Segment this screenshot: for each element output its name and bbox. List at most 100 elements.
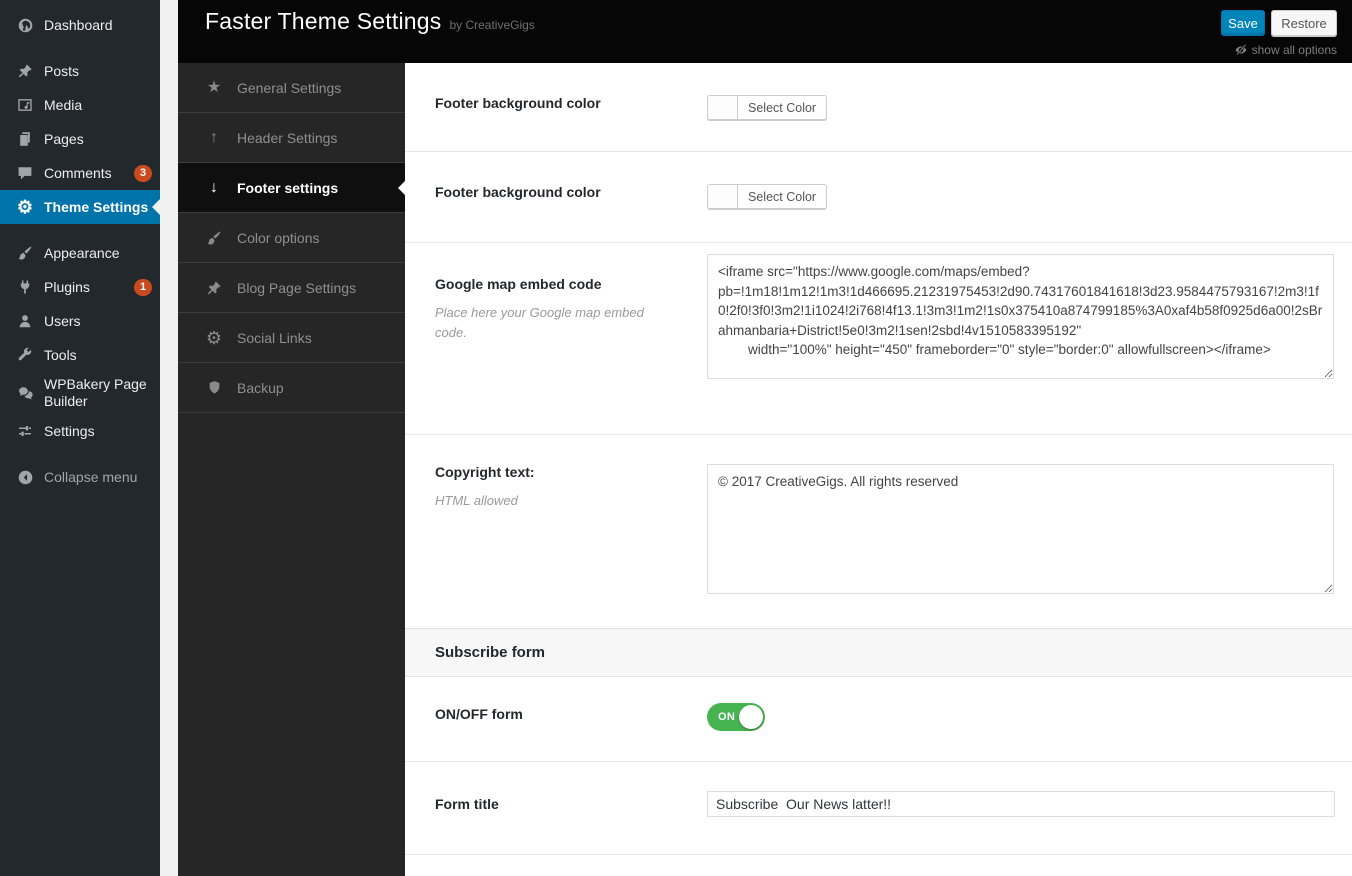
sidebar-item-theme-settings[interactable]: ⚙ Theme Settings [0, 190, 160, 224]
sidebar-item-label: Appearance [44, 245, 152, 262]
tab-general-settings[interactable]: ★ General Settings [178, 63, 405, 113]
tab-label: Footer settings [237, 180, 338, 196]
collapse-icon [14, 469, 36, 486]
sidebar-item-posts[interactable]: Posts [0, 54, 160, 88]
gear-icon: ⚙ [14, 198, 36, 216]
subscribe-form-section-header: Subscribe form [405, 628, 1352, 677]
sidebar-item-users[interactable]: Users [0, 304, 160, 338]
sidebar-item-media[interactable]: Media [0, 88, 160, 122]
onoff-form-row: ON/OFF form ON [405, 677, 1352, 762]
arrow-up-icon: ↑ [204, 130, 224, 146]
form-title-input[interactable] [707, 791, 1335, 817]
toggle-on-label: ON [718, 711, 735, 723]
sidebar-item-label: Tools [44, 347, 152, 364]
theme-tabs-sidebar: ★ General Settings ↑ Header Settings ↓Footer… [178, 63, 405, 876]
tab-label: Color options [237, 230, 320, 246]
footer-background-color-label: Footer background color [435, 184, 707, 200]
theme-settings-header: Faster Theme Settings by CreativeGigs Sa… [178, 0, 1352, 63]
footer-background-color-row-1: Footer background color Select Color [405, 63, 1352, 152]
brush-icon [14, 245, 36, 261]
sidebar-item-label: Dashboard [44, 17, 152, 34]
user-icon [14, 313, 36, 329]
footer-settings-panel: Footer background color Select Color Foo… [405, 63, 1352, 876]
restore-button[interactable]: Restore [1271, 10, 1337, 36]
copyright-label: Copyright text: [435, 464, 707, 480]
sidebar-item-comments[interactable]: Comments 3 [0, 156, 160, 190]
tab-label: Header Settings [237, 130, 337, 146]
form-title-row: Form title [405, 762, 1352, 855]
google-map-label: Google map embed code [435, 276, 707, 292]
count-badge: 3 [134, 165, 152, 182]
bubbles-icon [14, 385, 36, 402]
tab-label: General Settings [237, 80, 341, 96]
select-color-label: Select Color [738, 96, 826, 119]
select-color-button-1[interactable]: Select Color [707, 95, 827, 120]
media-icon [14, 97, 36, 113]
comment-icon [14, 165, 36, 181]
sidebar-item-label: Posts [44, 63, 152, 80]
sidebar-item-dashboard[interactable]: Dashboard [0, 8, 160, 42]
sidebar-item-wpbakery[interactable]: WPBakery Page Builder [0, 372, 160, 414]
pin-icon [204, 280, 224, 296]
tab-footer-settings[interactable]: ↓Footer settings [178, 163, 405, 213]
sidebar-item-appearance[interactable]: Appearance [0, 236, 160, 270]
onoff-toggle[interactable]: ON [707, 703, 765, 731]
eye-off-icon [1234, 43, 1248, 57]
footer-background-color-label: Footer background color [435, 95, 707, 111]
color-swatch [708, 185, 738, 208]
footer-background-color-row-2: Footer background color Select Color [405, 152, 1352, 243]
show-all-options-link[interactable]: show all options [1234, 43, 1337, 57]
select-color-button-2[interactable]: Select Color [707, 184, 827, 209]
count-badge: 1 [134, 279, 152, 296]
gear-icon: ⚙ [204, 329, 224, 347]
admin-sidebar: Dashboard Posts Media Pages Comments 3 ⚙ Theme … [0, 0, 160, 876]
sidebar-gap [160, 0, 178, 876]
copyright-textarea[interactable]: © 2017 CreativeGigs. All rights reserved [707, 464, 1334, 594]
subscribe-form-section-title: Subscribe form [435, 644, 545, 661]
sidebar-item-label: Theme Settings [44, 199, 152, 216]
brush-icon [204, 230, 224, 246]
copyright-description: HTML allowed [435, 491, 650, 511]
google-map-row: Google map embed code Place here your Go… [405, 243, 1352, 435]
sidebar-item-label: Comments [44, 165, 128, 182]
form-title-label: Form title [435, 796, 707, 812]
sidebar-item-label: Collapse menu [44, 469, 152, 486]
copyright-row: Copyright text: HTML allowed © 2017 Crea… [405, 435, 1352, 628]
sidebar-item-plugins[interactable]: Plugins 1 [0, 270, 160, 304]
page-title-wrap: Faster Theme Settings by CreativeGigs [205, 8, 535, 35]
tab-label: Backup [237, 380, 284, 396]
sidebar-item-tools[interactable]: Tools [0, 338, 160, 372]
sidebar-item-collapse-menu[interactable]: Collapse menu [0, 460, 160, 494]
sidebar-item-label: Users [44, 313, 152, 330]
sidebar-item-label: Settings [44, 423, 152, 440]
plug-icon [14, 279, 36, 295]
menu-separator [0, 448, 160, 460]
sidebar-item-settings[interactable]: Settings [0, 414, 160, 448]
pin-icon [14, 63, 36, 79]
tab-color-options[interactable]: Color options [178, 213, 405, 263]
google-map-description: Place here your Google map embed code. [435, 303, 650, 342]
tab-backup[interactable]: Backup [178, 363, 405, 413]
tab-social-links[interactable]: ⚙Social Links [178, 313, 405, 363]
sidebar-item-label: Plugins [44, 279, 128, 296]
sliders-icon [14, 423, 36, 439]
tab-label: Blog Page Settings [237, 280, 356, 296]
shield-icon [204, 380, 224, 395]
active-item-arrow [152, 199, 160, 215]
color-swatch [708, 96, 738, 119]
tab-header-settings[interactable]: ↑ Header Settings [178, 113, 405, 163]
save-button[interactable]: Save [1221, 10, 1265, 36]
sidebar-item-pages[interactable]: Pages [0, 122, 160, 156]
star-icon: ★ [204, 80, 224, 96]
select-color-label: Select Color [738, 185, 826, 208]
menu-separator [0, 42, 160, 54]
page-title: Faster Theme Settings [205, 8, 441, 35]
google-map-embed-textarea[interactable]: <iframe src="https://www.google.com/maps… [707, 254, 1334, 379]
pages-icon [14, 131, 36, 147]
sidebar-item-label: Pages [44, 131, 152, 148]
onoff-form-label: ON/OFF form [435, 706, 707, 722]
sidebar-item-label: WPBakery Page Builder [44, 376, 152, 410]
tab-blog-page-settings[interactable]: Blog Page Settings [178, 263, 405, 313]
active-tab-arrow [398, 181, 405, 195]
gauge-icon [14, 17, 36, 34]
